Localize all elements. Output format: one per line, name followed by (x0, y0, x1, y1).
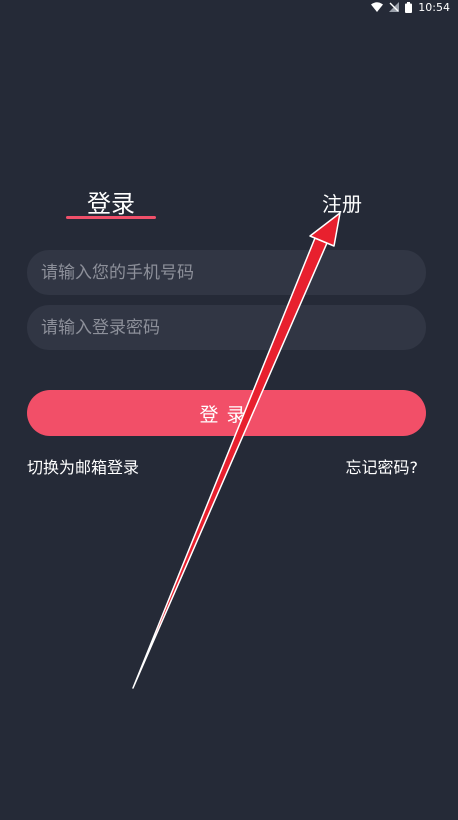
no-signal-icon (389, 2, 400, 12)
status-bar: 10:54 (0, 0, 458, 14)
password-input[interactable] (41, 317, 426, 338)
login-button[interactable]: 登录 (27, 390, 426, 436)
wifi-icon (371, 2, 384, 12)
active-tab-indicator (66, 216, 156, 219)
battery-icon (405, 1, 413, 13)
forgot-password-link[interactable]: 忘记密码? (346, 454, 419, 478)
phone-input[interactable] (41, 262, 426, 283)
status-time: 10:54 (418, 0, 450, 14)
phone-field[interactable] (27, 250, 426, 295)
password-field[interactable] (27, 305, 426, 350)
switch-to-email-link[interactable]: 切换为邮箱登录 (27, 454, 139, 478)
tab-register[interactable]: 注册 (312, 188, 372, 218)
login-register-tabs: 登录 注册 (0, 180, 458, 230)
